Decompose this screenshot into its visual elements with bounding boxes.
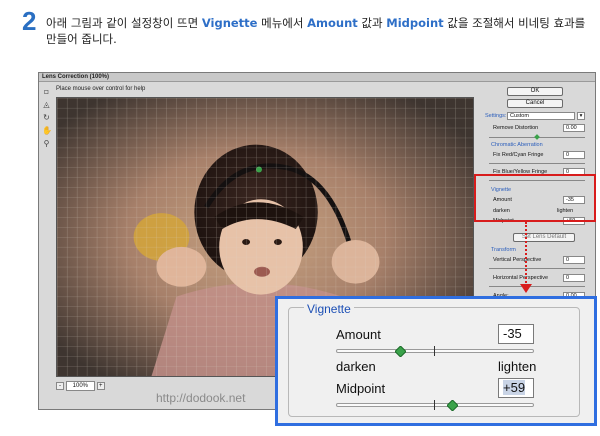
- callout-arrow-line: [525, 222, 527, 286]
- hand-tool-icon[interactable]: ✋: [42, 126, 52, 135]
- horizontal-perspective-slider[interactable]: [489, 286, 585, 287]
- inset-midpoint-label: Midpoint: [336, 381, 386, 396]
- instruction-text: 아래 그림과 같이 설정창이 뜨면 Vignette 메뉴에서 Amount 값…: [46, 15, 594, 47]
- remove-distortion-slider-thumb[interactable]: [534, 134, 540, 140]
- zoom-out-button[interactable]: -: [56, 382, 64, 390]
- settings-label: Settings:: [485, 113, 507, 119]
- callout-arrow-head-icon: [520, 284, 532, 293]
- chevron-down-icon[interactable]: ▾: [577, 112, 585, 120]
- inset-amount-center-mark: [434, 346, 435, 356]
- keyword-vignette: Vignette: [201, 16, 258, 30]
- zoom-level[interactable]: 100%: [65, 381, 96, 391]
- instruction-text-part: 메뉴에서: [257, 16, 308, 30]
- keyword-midpoint: Midpoint: [386, 16, 444, 30]
- inset-midpoint-slider[interactable]: [336, 403, 534, 407]
- vertical-perspective-label: Vertical Perspective: [493, 257, 542, 263]
- inset-midpoint-center-mark: [434, 400, 435, 410]
- chromatic-aberration-group-title: Chromatic Aberration: [491, 142, 543, 148]
- inset-amount-label: Amount: [336, 327, 381, 342]
- transform-group-title: Transform: [491, 247, 516, 253]
- inset-amount-slider-thumb[interactable]: [394, 346, 406, 357]
- ok-button[interactable]: OK: [507, 87, 563, 96]
- vignette-zoom-inset: Vignette Amount -35 darken lighten Midpo…: [275, 296, 597, 426]
- dialog-title: Lens Correction (100%): [39, 73, 595, 82]
- horizontal-perspective-label: Horizontal Perspective: [493, 275, 549, 281]
- inset-midpoint-field[interactable]: +59: [498, 378, 534, 398]
- inset-midpoint-value: +59: [503, 380, 526, 395]
- vertical-perspective-field[interactable]: 0: [563, 256, 585, 264]
- zoom-controls: - 100% +: [56, 381, 105, 391]
- vignette-highlight-box: [474, 174, 596, 222]
- instruction-text-part: 아래 그림과 같이 설정창이 뜨면: [46, 16, 202, 30]
- tool-palette: ▫ ◬ ↻ ✋ ⚲: [41, 85, 53, 148]
- inset-vignette-title: Vignette: [304, 302, 354, 316]
- inset-darken-label: darken: [336, 359, 376, 374]
- move-grid-tool-icon[interactable]: ↻: [42, 113, 51, 122]
- help-hint: Place mouse over control for help: [56, 86, 146, 92]
- watermark-text: http://dodook.net: [156, 391, 246, 405]
- inset-lighten-label: lighten: [498, 359, 537, 374]
- inset-amount-field[interactable]: -35: [498, 324, 534, 344]
- instruction-text-part: 값과: [357, 16, 387, 30]
- fix-red-cyan-label: Fix Red/Cyan Fringe: [493, 152, 544, 158]
- settings-dropdown[interactable]: Custom: [507, 112, 575, 120]
- fix-red-cyan-slider[interactable]: [489, 163, 585, 164]
- inset-midpoint-slider-thumb[interactable]: [447, 400, 459, 411]
- cancel-button[interactable]: Cancel: [507, 99, 563, 108]
- fix-red-cyan-field[interactable]: 0: [563, 151, 585, 159]
- remove-distortion-label: Remove Distortion: [493, 125, 539, 131]
- keyword-amount: Amount: [307, 16, 358, 30]
- inset-amount-slider[interactable]: [336, 349, 534, 353]
- vertical-perspective-slider[interactable]: [489, 268, 585, 269]
- step-number: 2: [22, 6, 37, 36]
- set-lens-default-button[interactable]: Set Lens Default: [513, 233, 575, 242]
- zoom-in-button[interactable]: +: [96, 382, 105, 390]
- straighten-tool-icon[interactable]: ◬: [42, 100, 51, 109]
- remove-distortion-field[interactable]: 0.00: [563, 124, 585, 132]
- horizontal-perspective-field[interactable]: 0: [563, 274, 585, 282]
- instruction-header: 2 아래 그림과 같이 설정창이 뜨면 Vignette 메뉴에서 Amount…: [22, 6, 592, 56]
- remove-distortion-tool-icon[interactable]: ▫: [42, 87, 51, 96]
- zoom-tool-icon[interactable]: ⚲: [42, 139, 51, 148]
